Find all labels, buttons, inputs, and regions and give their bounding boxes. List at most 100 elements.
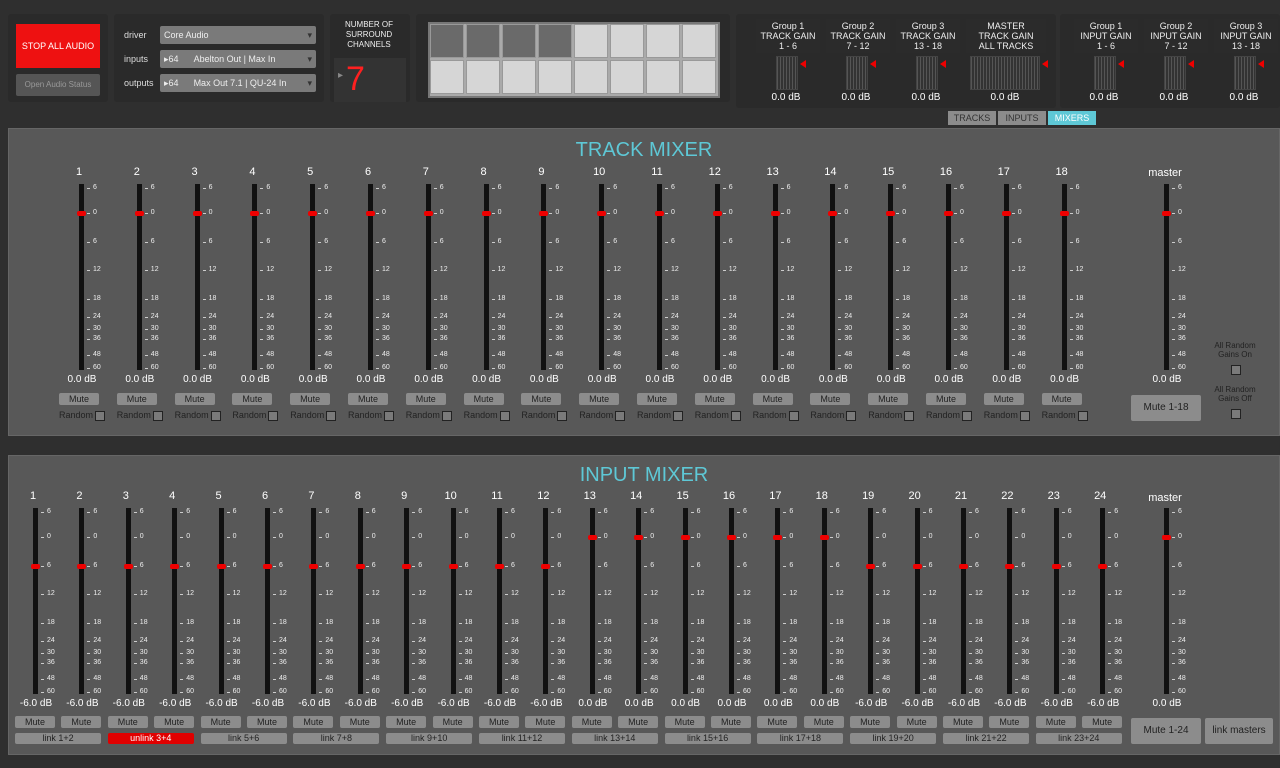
input-fader-knob[interactable] [1098, 564, 1108, 569]
input-mute-button[interactable]: Mute [154, 716, 195, 728]
mute-all-inputs-button[interactable]: Mute 1-24 [1131, 718, 1201, 744]
input-fader-knob[interactable] [912, 564, 922, 569]
random-off-checkbox[interactable] [1231, 409, 1241, 419]
track-fader-knob[interactable] [481, 211, 491, 216]
input-mute-button[interactable]: Mute [386, 716, 427, 728]
input-fader-track[interactable] [868, 508, 874, 694]
grid-cell[interactable] [574, 60, 608, 94]
grid-cell[interactable] [466, 60, 500, 94]
link-button[interactable]: link 1+2 [15, 733, 101, 744]
input-fader-track[interactable] [172, 508, 178, 694]
input-mute-button[interactable]: Mute [989, 716, 1030, 728]
driver-select[interactable]: Core Audio ▾ [160, 26, 316, 44]
input-fader-knob[interactable] [263, 564, 272, 569]
input-mute-button[interactable]: Mute [339, 716, 380, 728]
random-on-checkbox[interactable] [1231, 365, 1241, 375]
input-mute-button[interactable]: Mute [107, 716, 148, 728]
track-fader-knob[interactable] [655, 211, 664, 216]
input-fader-knob[interactable] [448, 564, 458, 569]
track-mute-button[interactable]: Mute [1041, 393, 1082, 405]
input-fader-knob[interactable] [866, 564, 876, 569]
input-mute-button[interactable]: Mute [525, 716, 566, 728]
link-button[interactable]: link 23+24 [1035, 733, 1122, 744]
track-mute-button[interactable]: Mute [694, 393, 735, 405]
random-checkbox[interactable] [1077, 411, 1088, 421]
random-checkbox[interactable] [499, 411, 510, 421]
input-mute-button[interactable]: Mute [803, 716, 844, 728]
input-mute-button[interactable]: Mute [757, 716, 798, 728]
random-checkbox[interactable] [557, 411, 568, 421]
grid-cell[interactable] [574, 24, 608, 58]
tab-tracks[interactable]: TRACKS [948, 111, 996, 125]
random-checkbox[interactable] [904, 411, 915, 421]
link-masters-button[interactable]: link masters [1205, 718, 1273, 744]
input-fader-track[interactable] [450, 508, 456, 694]
grid-cell[interactable] [646, 24, 680, 58]
track-mute-button[interactable]: Mute [868, 393, 909, 405]
input-fader-track[interactable] [218, 508, 224, 694]
input-fader-knob[interactable] [727, 535, 736, 540]
tab-mixers[interactable]: MIXERS [1048, 111, 1096, 125]
input-fader-track[interactable] [1100, 508, 1106, 694]
grid-cell[interactable] [682, 24, 716, 58]
input-fader-track[interactable] [543, 508, 549, 694]
track-mute-button[interactable]: Mute [983, 393, 1024, 405]
input-fader-knob[interactable] [355, 564, 365, 569]
random-checkbox[interactable] [95, 411, 105, 421]
track-master-fader-knob[interactable] [1162, 211, 1171, 216]
input-fader-knob[interactable] [1051, 564, 1061, 569]
input-fader-track[interactable] [1007, 508, 1013, 694]
track-fader-knob[interactable] [192, 211, 202, 216]
random-checkbox[interactable] [210, 411, 221, 421]
surround-grid[interactable] [428, 22, 720, 98]
grid-cell[interactable] [430, 24, 464, 58]
input-fader-knob[interactable] [541, 564, 551, 569]
input-mute-button[interactable]: Mute [15, 716, 55, 728]
random-checkbox[interactable] [730, 411, 741, 421]
link-button[interactable]: link 5+6 [200, 733, 287, 744]
grid-cell[interactable] [610, 24, 644, 58]
input-mute-button[interactable]: Mute [247, 716, 287, 728]
random-checkbox[interactable] [268, 411, 279, 421]
track-mute-button[interactable]: Mute [463, 393, 504, 405]
link-button[interactable]: link 19+20 [850, 733, 937, 744]
random-checkbox[interactable] [615, 411, 626, 421]
input-fader-knob[interactable] [77, 564, 87, 569]
link-button[interactable]: link 11+12 [479, 733, 565, 744]
input-mute-button[interactable]: Mute [200, 716, 241, 728]
grid-cell[interactable] [646, 60, 680, 94]
input-fader-knob[interactable] [1005, 564, 1015, 569]
random-checkbox[interactable] [384, 411, 394, 421]
track-fader-knob[interactable] [597, 211, 607, 216]
tg-group-fader[interactable] [970, 56, 1040, 90]
track-mute-button[interactable]: Mute [579, 393, 620, 405]
random-checkbox[interactable] [326, 411, 337, 421]
input-mute-button[interactable]: Mute [1035, 716, 1076, 728]
input-fader-track[interactable] [33, 508, 38, 694]
input-fader-knob[interactable] [680, 535, 690, 540]
track-mute-button[interactable]: Mute [174, 393, 215, 405]
grid-cell[interactable] [682, 60, 716, 94]
track-fader-knob[interactable] [308, 211, 318, 216]
input-fader-knob[interactable] [587, 535, 597, 540]
track-fader-knob[interactable] [770, 211, 780, 216]
track-mute-button[interactable]: Mute [405, 393, 446, 405]
outputs-select[interactable]: ▸64 Max Out 7.1 | QU-24 In ▾ [160, 74, 316, 92]
input-fader-track[interactable] [79, 508, 85, 694]
input-fader-track[interactable] [1053, 508, 1059, 694]
input-fader-knob[interactable] [495, 564, 504, 569]
track-fader-knob[interactable] [539, 211, 549, 216]
track-fader-knob[interactable] [366, 211, 375, 216]
input-fader-track[interactable] [497, 508, 502, 694]
link-button[interactable]: link 15+16 [664, 733, 751, 744]
input-mute-button[interactable]: Mute [896, 716, 937, 728]
track-mute-button[interactable]: Mute [926, 393, 966, 405]
inputs-select[interactable]: ▸64 Abelton Out | Max In ▾ [160, 50, 316, 68]
track-mute-button[interactable]: Mute [290, 393, 331, 405]
input-fader-track[interactable] [125, 508, 131, 694]
track-mute-button[interactable]: Mute [116, 393, 157, 405]
random-checkbox[interactable] [846, 411, 857, 421]
input-mute-button[interactable]: Mute [850, 716, 891, 728]
input-mute-button[interactable]: Mute [571, 716, 612, 728]
input-fader-knob[interactable] [170, 564, 180, 569]
